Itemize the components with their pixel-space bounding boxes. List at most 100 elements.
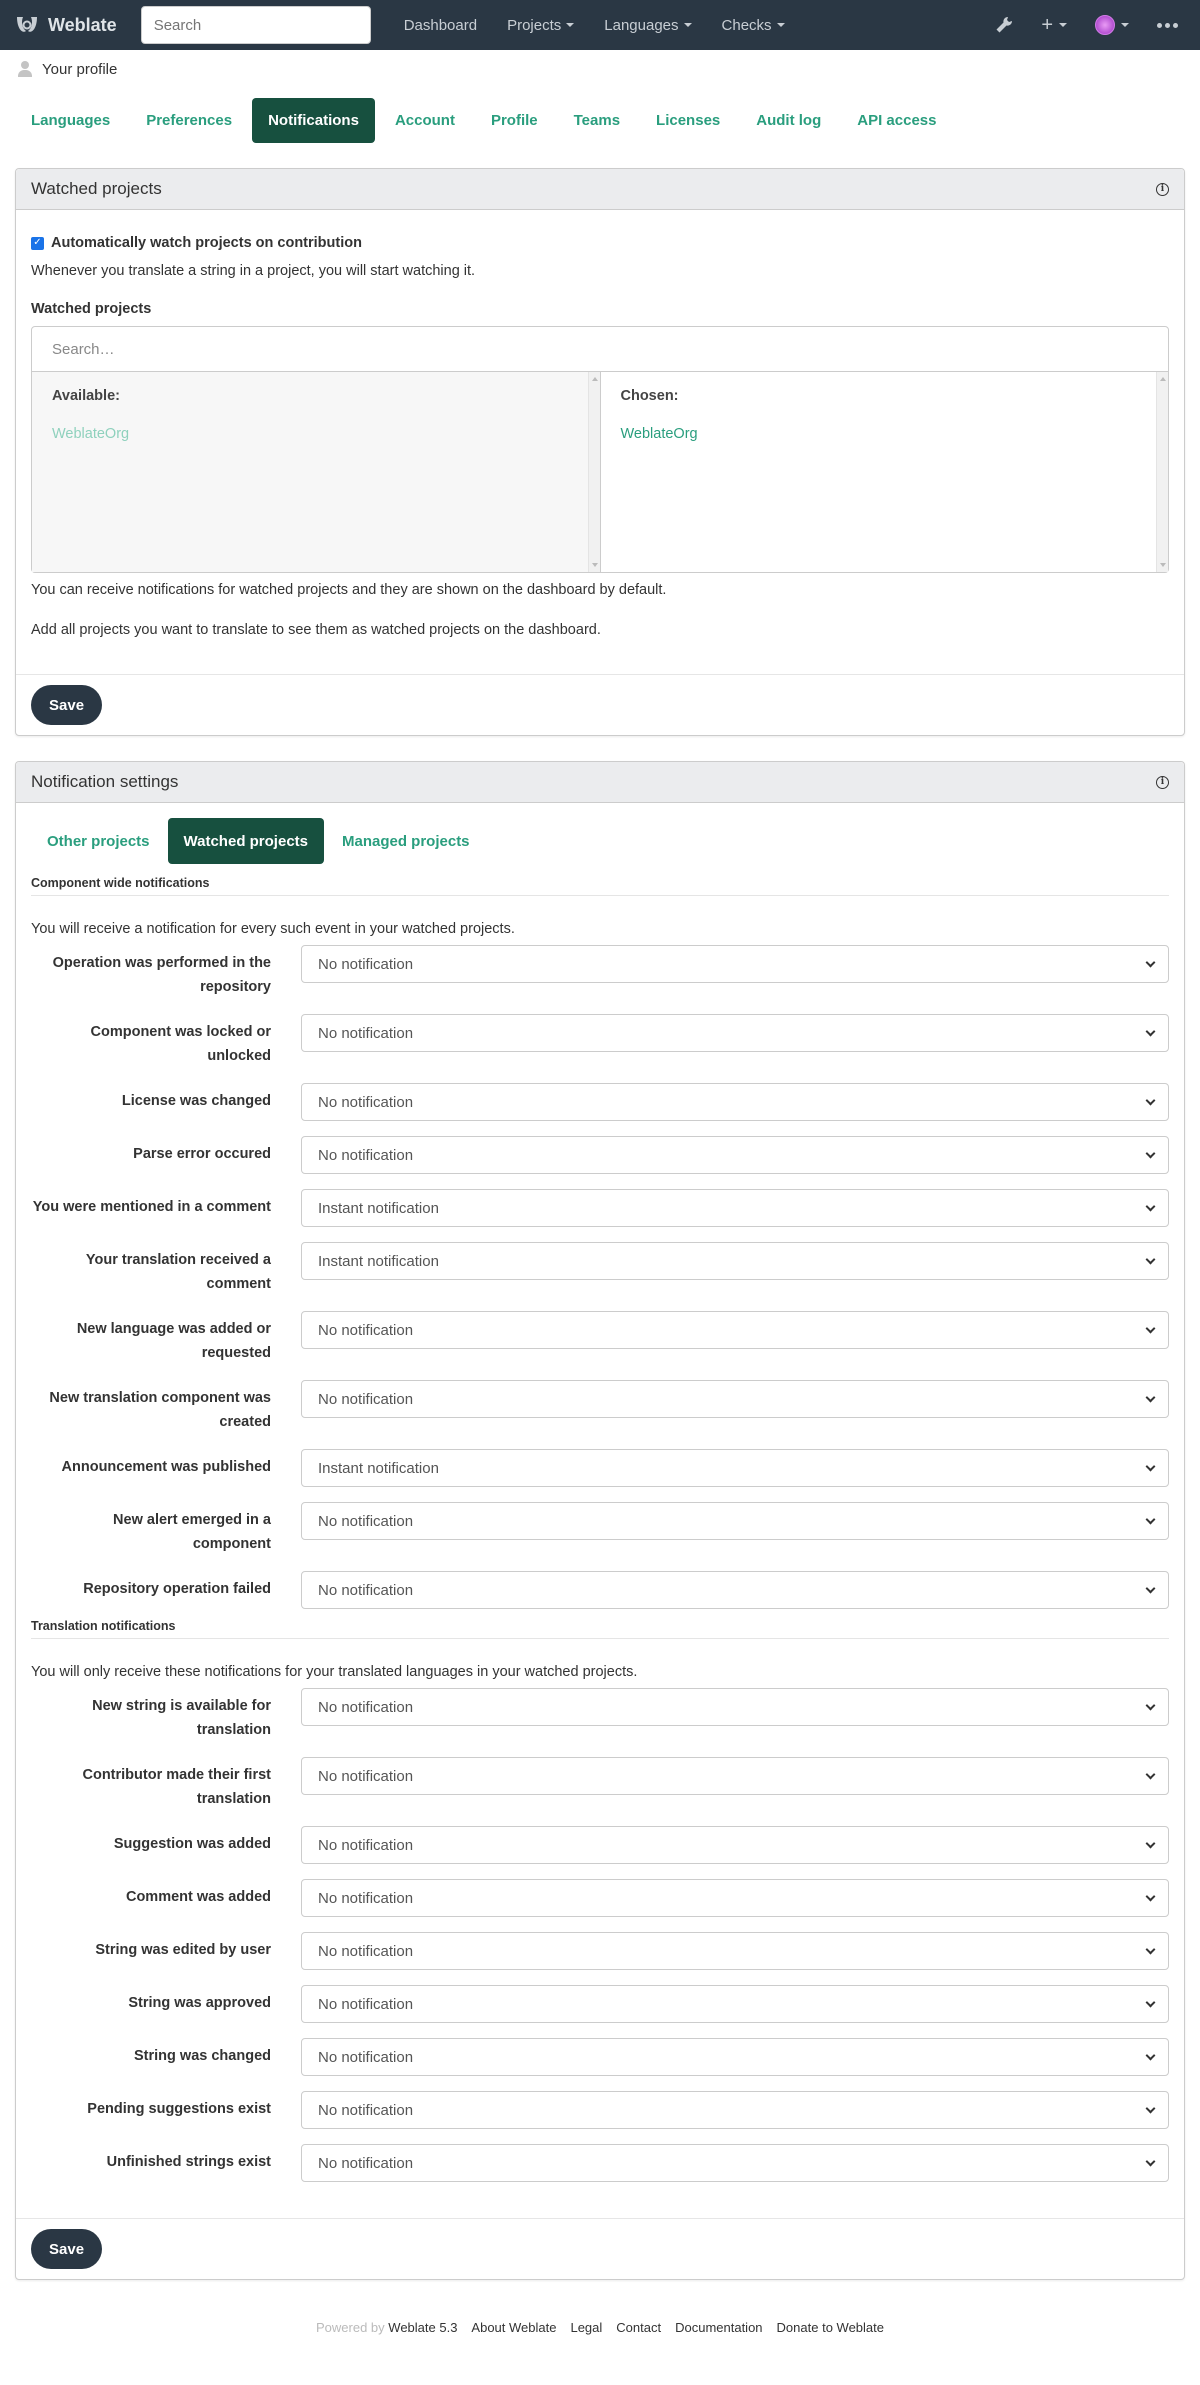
select-value: No notification [318, 1321, 414, 1339]
notification-frequency-select[interactable]: No notification [301, 945, 1169, 983]
tab-account[interactable]: Account [379, 98, 471, 143]
weblate-logo-icon [17, 17, 37, 32]
tab-preferences[interactable]: Preferences [130, 98, 248, 143]
caret-down-icon [1121, 23, 1129, 27]
notification-frequency-select[interactable]: No notification [301, 2091, 1169, 2129]
notification-row: Contributor made their first translation… [31, 1757, 1169, 1811]
footer-link-about[interactable]: About Weblate [471, 2320, 556, 2335]
tab-other-projects[interactable]: Other projects [31, 818, 166, 864]
notification-frequency-select[interactable]: Instant notification [301, 1242, 1169, 1280]
nav-checks[interactable]: Checks [707, 17, 800, 34]
translation-help: You will only receive these notification… [31, 1664, 638, 1680]
tab-languages[interactable]: Languages [15, 98, 126, 143]
notification-label: Contributor made their first translation [82, 1767, 271, 1807]
notification-label: Component was locked or unlocked [90, 1024, 271, 1064]
tab-watched-projects[interactable]: Watched projects [167, 818, 324, 864]
notification-frequency-select[interactable]: Instant notification [301, 1189, 1169, 1227]
footer-link-documentation[interactable]: Documentation [675, 2320, 762, 2335]
notification-frequency-select[interactable]: No notification [301, 1083, 1169, 1121]
user-menu-button[interactable] [1095, 15, 1129, 35]
notification-label: New string is available for translation [92, 1698, 271, 1738]
panel-heading: Watched projects i [16, 169, 1184, 210]
notification-scope-tabs: Other projects Watched projects Managed pr… [31, 803, 1169, 864]
multiselect-search-input[interactable]: Search… [32, 327, 1168, 372]
panel-heading: Notification settings i [16, 762, 1184, 803]
translation-legend: Translation notifications [31, 1619, 1169, 1639]
tab-audit-log[interactable]: Audit log [740, 98, 837, 143]
tab-notifications[interactable]: Notifications [252, 98, 375, 143]
management-button[interactable] [995, 16, 1013, 34]
brand-link[interactable]: Weblate [14, 14, 117, 36]
auto-watch-row: ✓ Automatically watch projects on contri… [31, 235, 1169, 251]
select-value: No notification [318, 1581, 414, 1599]
notification-frequency-select[interactable]: No notification [301, 1502, 1169, 1540]
global-search-input[interactable] [140, 6, 371, 44]
notification-label: Your translation received a comment [85, 1252, 271, 1292]
tab-api-access[interactable]: API access [841, 98, 952, 143]
footer-link-legal[interactable]: Legal [570, 2320, 602, 2335]
watched-projects-panel: Watched projects i ✓ Automatically watch… [15, 168, 1185, 736]
chevron-down-icon [1145, 1838, 1156, 1849]
breadcrumb-label[interactable]: Your profile [42, 61, 117, 78]
select-value: Instant notification [318, 1459, 439, 1477]
tab-profile[interactable]: Profile [475, 98, 554, 143]
chevron-down-icon [1145, 1323, 1156, 1334]
notification-frequency-select[interactable]: No notification [301, 1985, 1169, 2023]
select-value: Instant notification [318, 1199, 439, 1217]
notification-frequency-select[interactable]: No notification [301, 1879, 1169, 1917]
info-icon[interactable]: i [1156, 775, 1169, 789]
notification-frequency-select[interactable]: No notification [301, 1380, 1169, 1418]
chosen-item[interactable]: WeblateOrg [621, 426, 1149, 442]
nav-projects-label: Projects [507, 16, 562, 34]
notification-row: You were mentioned in a comment Instant n… [31, 1189, 1169, 1227]
notification-label: Unfinished strings exist [106, 2154, 271, 2170]
tab-managed-projects[interactable]: Managed projects [326, 818, 486, 864]
notification-frequency-select[interactable]: Instant notification [301, 1449, 1169, 1487]
chosen-scrollbar[interactable] [1156, 372, 1168, 572]
add-menu-button[interactable]: + [1041, 15, 1067, 35]
notification-frequency-select[interactable]: No notification [301, 2038, 1169, 2076]
nav-languages[interactable]: Languages [589, 17, 706, 34]
notification-frequency-select[interactable]: No notification [301, 1014, 1169, 1052]
available-scrollbar[interactable] [587, 372, 600, 572]
notification-frequency-select[interactable]: No notification [301, 1688, 1169, 1726]
notification-frequency-select[interactable]: No notification [301, 2144, 1169, 2182]
notification-label: Comment was added [125, 1889, 271, 1905]
tab-teams[interactable]: Teams [558, 98, 636, 143]
notification-row: New translation component was created No … [31, 1380, 1169, 1434]
nav-checks-label: Checks [721, 16, 772, 34]
chevron-down-icon [1145, 2156, 1156, 2167]
notification-row: Your translation received a comment Insta… [31, 1242, 1169, 1296]
notification-frequency-select[interactable]: No notification [301, 1757, 1169, 1795]
notification-settings-panel: Notification settings i Other projects Wa… [15, 761, 1185, 2280]
nav-dashboard[interactable]: Dashboard [389, 17, 492, 34]
auto-watch-label[interactable]: Automatically watch projects on contribu… [51, 235, 362, 251]
notification-row: Announcement was published Instant notifi… [31, 1449, 1169, 1487]
notification-label: Pending suggestions exist [87, 2101, 271, 2117]
brand-name: Weblate [48, 14, 117, 35]
available-item[interactable]: WeblateOrg [52, 426, 580, 442]
auto-watch-checkbox[interactable]: ✓ [31, 236, 44, 250]
select-value: No notification [318, 1146, 414, 1164]
notification-frequency-select[interactable]: No notification [301, 1826, 1169, 1864]
tab-licenses[interactable]: Licenses [640, 98, 736, 143]
select-value: No notification [318, 1024, 414, 1042]
more-menu-button[interactable] [1157, 22, 1178, 28]
notification-label: Repository operation failed [83, 1581, 271, 1597]
info-icon[interactable]: i [1156, 182, 1169, 196]
notification-frequency-select[interactable]: No notification [301, 1311, 1169, 1349]
notification-frequency-select[interactable]: No notification [301, 1932, 1169, 1970]
footer-link-version[interactable]: Weblate 5.3 [388, 2320, 457, 2335]
notification-row: String was changed No notification [31, 2038, 1169, 2076]
save-watched-button[interactable]: Save [31, 685, 103, 725]
notification-frequency-select[interactable]: No notification [301, 1136, 1169, 1174]
footer-link-contact[interactable]: Contact [616, 2320, 661, 2335]
footer-link-donate[interactable]: Donate to Weblate [777, 2320, 884, 2335]
notification-frequency-select[interactable]: No notification [301, 1571, 1169, 1609]
select-value: No notification [318, 1767, 414, 1785]
nav-projects[interactable]: Projects [492, 17, 589, 34]
chevron-down-icon [1145, 1700, 1156, 1711]
panel-title: Notification settings [31, 772, 179, 791]
save-notifications-button[interactable]: Save [31, 2229, 103, 2269]
nav-languages-label: Languages [604, 16, 679, 34]
